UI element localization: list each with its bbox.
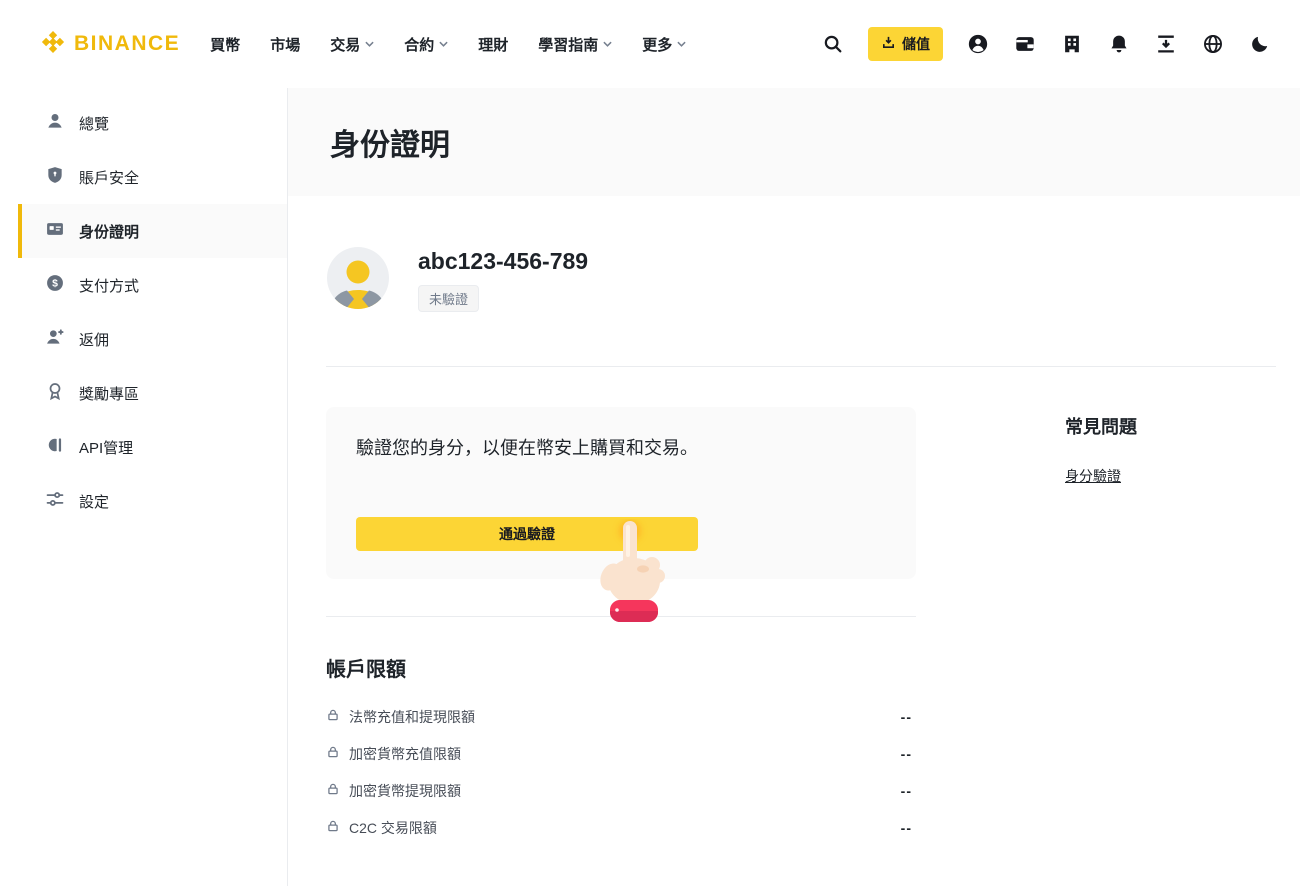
building-icon[interactable] (1060, 32, 1084, 56)
account-sidebar: 總覽 賬戶安全 身份證明 $ 支付方式 返佣 獎勵專區 (0, 88, 288, 886)
nav-item-more[interactable]: 更多 (642, 34, 686, 55)
main-content: 身份證明 (288, 88, 1300, 886)
profile-block: abc123-456-789 未驗證 (326, 246, 1276, 312)
binance-logo-text: BINANCE (74, 32, 180, 56)
user-icon (45, 111, 65, 135)
sidebar-item-overview[interactable]: 總覽 (0, 96, 287, 150)
verify-identity-card: 驗證您的身分，以便在幣安上購買和交易。 通過驗證 (326, 407, 916, 579)
chevron-down-icon (365, 41, 374, 47)
faq-link-identity-verification[interactable]: 身分驗證 (1065, 466, 1121, 486)
lock-icon (326, 782, 340, 799)
status-badge: 未驗證 (418, 285, 479, 312)
plug-icon (45, 435, 65, 459)
nav-item-earn[interactable]: 理財 (478, 34, 508, 55)
nav-item-trade[interactable]: 交易 (330, 34, 374, 55)
deposit-download-icon (881, 35, 896, 53)
top-navbar: BINANCE 買幣 市場 交易 合約 理財 學習指南 更多 儲值 (0, 0, 1300, 88)
nav-item-learn[interactable]: 學習指南 (538, 34, 612, 55)
dollar-icon: $ (45, 273, 65, 297)
nav-item-markets[interactable]: 市場 (270, 34, 300, 55)
id-card-icon (45, 219, 65, 243)
sidebar-item-rewards[interactable]: 獎勵專區 (0, 366, 287, 420)
lock-icon (326, 708, 340, 725)
section-divider (326, 616, 916, 617)
nav-item-futures[interactable]: 合約 (404, 34, 448, 55)
limits-title: 帳戶限額 (326, 653, 916, 682)
page-title: 身份證明 (330, 120, 450, 164)
lock-icon (326, 819, 340, 836)
account-limits-section: 帳戶限額 法幣充值和提現限額 -- (326, 653, 916, 846)
limit-value: -- (901, 820, 912, 836)
verify-button[interactable]: 通過驗證 (356, 517, 698, 551)
avatar (326, 246, 390, 310)
binance-logo[interactable]: BINANCE (40, 29, 180, 60)
faq-section: 常見問題 身分驗證 (1065, 367, 1137, 846)
limit-value: -- (901, 746, 912, 762)
sidebar-item-identification[interactable]: 身份證明 (18, 204, 287, 258)
limit-row-crypto-withdraw: 加密貨幣提現限額 -- (326, 772, 912, 809)
sidebar-item-security[interactable]: 賬戶安全 (0, 150, 287, 204)
verify-message: 驗證您的身分，以便在幣安上購買和交易。 (356, 434, 886, 460)
sidebar-item-payment[interactable]: $ 支付方式 (0, 258, 287, 312)
chevron-down-icon (677, 41, 686, 47)
username: abc123-456-789 (418, 248, 588, 275)
faq-title: 常見問題 (1065, 413, 1137, 439)
sidebar-item-settings[interactable]: 設定 (0, 474, 287, 528)
limit-value: -- (901, 783, 912, 799)
search-icon[interactable] (821, 32, 845, 56)
wallet-icon[interactable] (1013, 32, 1037, 56)
svg-text:$: $ (52, 279, 58, 290)
page-header: 身份證明 (288, 88, 1300, 196)
main-menu: 買幣 市場 交易 合約 理財 學習指南 更多 (210, 34, 686, 55)
limit-row-crypto-deposit: 加密貨幣充值限額 -- (326, 735, 912, 772)
globe-icon[interactable] (1201, 32, 1225, 56)
binance-app: BINANCE 買幣 市場 交易 合約 理財 學習指南 更多 儲值 (0, 0, 1300, 886)
deposit-button[interactable]: 儲值 (868, 27, 943, 61)
shield-icon (45, 165, 65, 189)
download-app-icon[interactable] (1154, 32, 1178, 56)
nav-right-cluster: 儲值 (821, 27, 1272, 61)
user-profile-icon[interactable] (966, 32, 990, 56)
binance-logo-icon (40, 29, 66, 60)
sidebar-item-referral[interactable]: 返佣 (0, 312, 287, 366)
sidebar-item-api[interactable]: API管理 (0, 420, 287, 474)
moon-icon[interactable] (1248, 32, 1272, 56)
sliders-icon (45, 489, 65, 513)
chevron-down-icon (603, 41, 612, 47)
limit-row-fiat: 法幣充值和提現限額 -- (326, 698, 912, 735)
medal-icon (45, 381, 65, 405)
bell-icon[interactable] (1107, 32, 1131, 56)
lock-icon (326, 745, 340, 762)
nav-item-buy-crypto[interactable]: 買幣 (210, 34, 240, 55)
user-plus-icon (45, 327, 65, 351)
chevron-down-icon (439, 41, 448, 47)
limit-value: -- (901, 709, 912, 725)
deposit-label: 儲值 (902, 34, 930, 54)
limit-row-c2c: C2C 交易限額 -- (326, 809, 912, 846)
